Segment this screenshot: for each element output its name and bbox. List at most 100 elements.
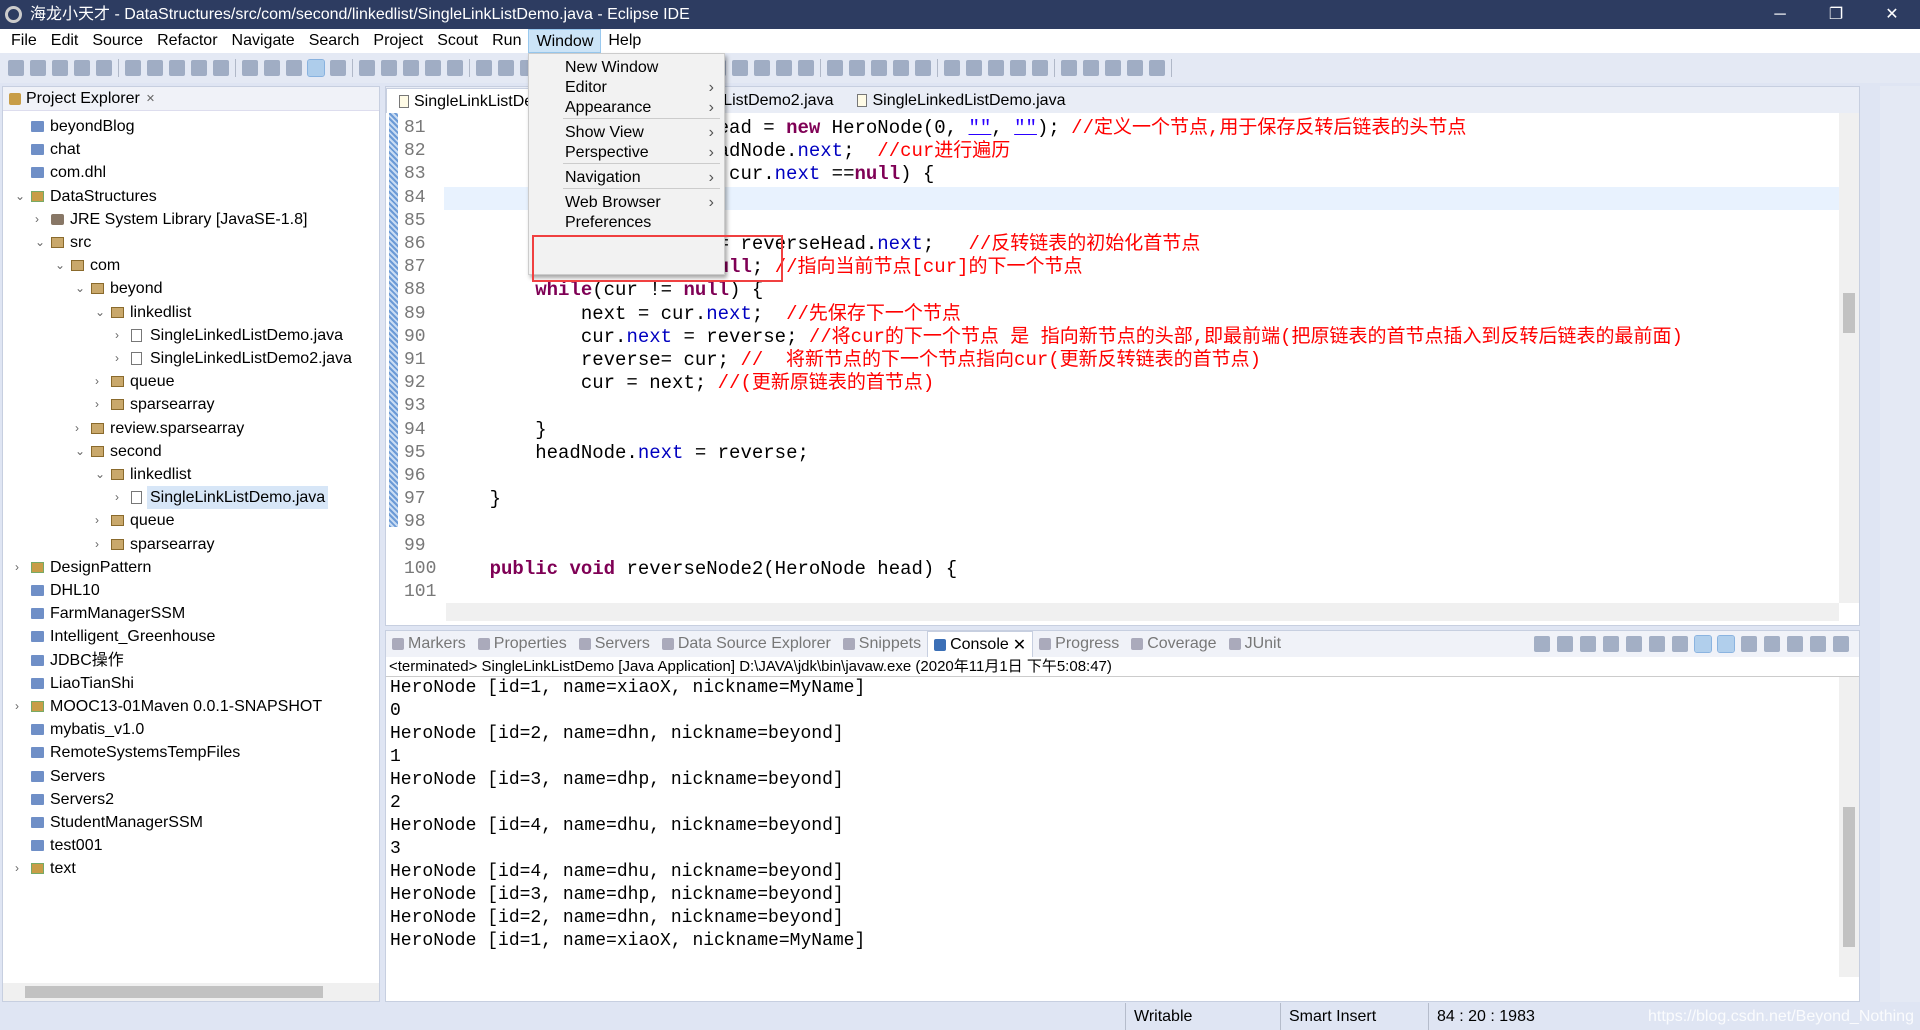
menu-help[interactable]: Help [601, 29, 648, 53]
code-line[interactable]: reverse= cur; // 将新节点的下一个节点指向cur(更新反转链表的… [444, 349, 1839, 372]
tree-item[interactable]: Intelligent_Greenhouse [3, 625, 379, 648]
toolbar-button-icon[interactable] [915, 60, 931, 76]
toolbar-button-icon[interactable] [1127, 60, 1143, 76]
chevron-right-icon[interactable]: › [95, 509, 107, 532]
view-tab-coverage[interactable]: Coverage [1125, 631, 1222, 657]
chevron-down-icon[interactable]: ⌄ [95, 301, 107, 324]
console-toolbar-button-icon[interactable] [1649, 636, 1665, 652]
chevron-right-icon[interactable]: › [95, 393, 107, 416]
console-toolbar-button-icon[interactable] [1603, 636, 1619, 652]
code-line[interactable] [444, 395, 1839, 418]
menu-project[interactable]: Project [366, 29, 430, 53]
chevron-right-icon[interactable]: › [115, 486, 127, 509]
view-tab-markers[interactable]: Markers [386, 631, 472, 657]
tree-item[interactable]: chat [3, 138, 379, 161]
toolbar-button-icon[interactable] [52, 60, 68, 76]
toolbar-button-icon[interactable] [849, 60, 865, 76]
console-output[interactable]: HeroNode [id=1, name=xiaoX, nickname=MyN… [386, 677, 1859, 977]
menu-item-navigation[interactable]: Navigation › [529, 166, 724, 190]
tree-item[interactable]: Servers [3, 765, 379, 788]
tree-item[interactable]: › text [3, 857, 379, 880]
tree-item[interactable]: › MOOC13-01Maven 0.0.1-SNAPSHOT [3, 695, 379, 718]
code-line[interactable]: cur.next = reverse; //将cur的下一个节点 是 指向新节点… [444, 326, 1839, 349]
chevron-down-icon[interactable]: ⌄ [75, 277, 87, 300]
code-line[interactable]: next = cur.next; //先保存下一个节点 [444, 303, 1839, 326]
scroll-thumb[interactable] [1843, 293, 1855, 333]
code-line[interactable]: public void reverseNode2(HeroNode head) … [444, 558, 1839, 581]
chevron-right-icon[interactable]: › [75, 417, 87, 440]
close-view-icon[interactable]: ✕ [146, 92, 155, 105]
toolbar-button-icon[interactable] [776, 60, 792, 76]
view-tab-data-source-explorer[interactable]: Data Source Explorer [656, 631, 837, 657]
toolbar-button-icon[interactable] [827, 60, 843, 76]
console-toolbar-button-icon[interactable] [1557, 636, 1573, 652]
minimize-button[interactable]: ─ [1752, 0, 1808, 29]
tree-item[interactable]: › JRE System Library [JavaSE-1.8] [3, 208, 379, 231]
editor-vertical-scrollbar[interactable] [1839, 113, 1859, 603]
chevron-right-icon[interactable]: › [95, 370, 107, 393]
toolbar-button-icon[interactable] [1149, 60, 1165, 76]
chevron-down-icon[interactable]: ⌄ [95, 463, 107, 486]
tree-item[interactable]: DHL10 [3, 579, 379, 602]
toolbar-button-icon[interactable] [8, 60, 24, 76]
menu-window[interactable]: Window [528, 29, 602, 53]
toolbar-button-icon[interactable] [381, 60, 397, 76]
console-toolbar-button-icon[interactable] [1764, 636, 1780, 652]
code-line[interactable] [444, 465, 1839, 488]
tree-item[interactable]: mybatis_v1.0 [3, 718, 379, 741]
tree-item[interactable]: ⌄ linkedlist [3, 301, 379, 324]
tree-item[interactable]: JDBC操作 [3, 649, 379, 672]
tree-item[interactable]: ⌄ second [3, 440, 379, 463]
tree-item[interactable]: FarmManagerSSM [3, 602, 379, 625]
toolbar-button-icon[interactable] [798, 60, 814, 76]
console-vertical-scrollbar[interactable] [1839, 677, 1859, 977]
menu-source[interactable]: Source [85, 29, 150, 53]
toolbar-button-icon[interactable] [191, 60, 207, 76]
toolbar-button-icon[interactable] [125, 60, 141, 76]
tree-item[interactable]: test001 [3, 834, 379, 857]
tree-item[interactable]: ⌄ DataStructures [3, 185, 379, 208]
toolbar-button-icon[interactable] [498, 60, 514, 76]
console-toolbar-button-icon[interactable] [1810, 636, 1826, 652]
tree-item[interactable]: › SingleLinkListDemo.java [3, 486, 379, 510]
editor-horizontal-scrollbar[interactable] [446, 603, 1839, 621]
view-tab-snippets[interactable]: Snippets [837, 631, 927, 657]
console-toolbar-button-icon[interactable] [1580, 636, 1596, 652]
toolbar-button-icon[interactable] [988, 60, 1004, 76]
chevron-down-icon[interactable]: ⌄ [35, 231, 47, 254]
toolbar-button-icon[interactable] [30, 60, 46, 76]
restore-button[interactable]: ❐ [1808, 0, 1864, 29]
tree-item[interactable]: › DesignPattern [3, 556, 379, 579]
editor-tab[interactable]: SingleLinkListDe [386, 88, 547, 113]
toolbar-button-icon[interactable] [403, 60, 419, 76]
tree-item[interactable]: › queue [3, 370, 379, 393]
chevron-right-icon[interactable]: › [95, 533, 107, 556]
tree-item[interactable]: › sparsearray [3, 393, 379, 416]
toolbar-button-icon[interactable] [96, 60, 112, 76]
toolbar-button-icon[interactable] [944, 60, 960, 76]
toolbar-button-icon[interactable] [893, 60, 909, 76]
toolbar-button-icon[interactable] [425, 60, 441, 76]
console-toolbar-button-icon[interactable] [1741, 636, 1757, 652]
tree-item[interactable]: LiaoTianShi [3, 672, 379, 695]
toolbar-button-icon[interactable] [1032, 60, 1048, 76]
toolbar-button-icon[interactable] [169, 60, 185, 76]
chevron-right-icon[interactable]: › [15, 556, 27, 579]
view-tab-servers[interactable]: Servers [573, 631, 656, 657]
tree-item[interactable]: RemoteSystemsTempFiles [3, 741, 379, 764]
code-line[interactable]: } [444, 419, 1839, 442]
chevron-right-icon[interactable]: › [15, 695, 27, 718]
view-tab-console[interactable]: Console ✕ [927, 631, 1034, 657]
menu-navigate[interactable]: Navigate [225, 29, 302, 53]
code-line[interactable] [444, 535, 1839, 558]
close-button[interactable]: ✕ [1864, 0, 1920, 29]
toolbar-button-icon[interactable] [213, 60, 229, 76]
project-explorer-title[interactable]: Project Explorer [26, 90, 140, 108]
toolbar-button-icon[interactable] [330, 60, 346, 76]
scroll-thumb[interactable] [25, 986, 323, 998]
tree-item[interactable]: › SingleLinkedListDemo2.java [3, 347, 379, 370]
console-toolbar-button-icon[interactable] [1672, 636, 1688, 652]
tree-item[interactable]: com.dhl [3, 161, 379, 184]
tree-item[interactable]: beyondBlog [3, 115, 379, 138]
chevron-right-icon[interactable]: › [35, 208, 47, 231]
